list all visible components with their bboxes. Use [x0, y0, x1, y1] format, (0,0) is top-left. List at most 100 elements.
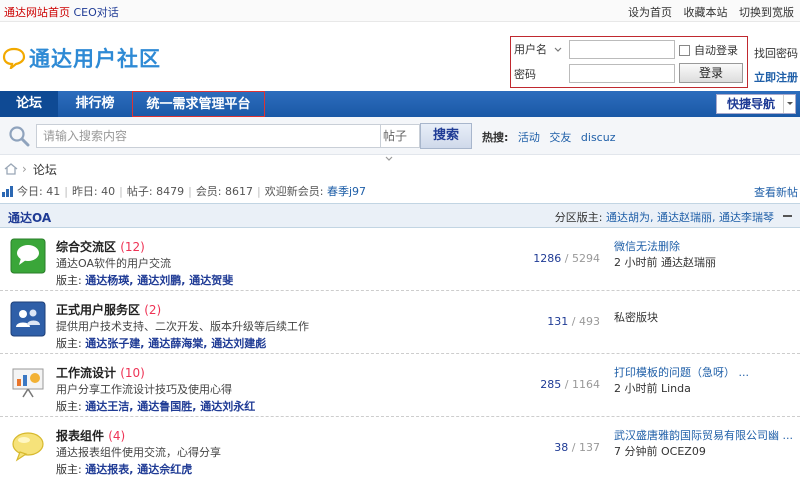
forum-moderators: 版主: 通达杨瑛, 通达刘鹏, 通达贺斐: [56, 272, 233, 288]
header: 通达用户社区 用户名 自动登录 密码 登录 找回密码 立即注册: [0, 22, 800, 90]
forum-moderators-list[interactable]: 通达杨瑛, 通达刘鹏, 通达贺斐: [85, 274, 233, 287]
forum-moderators-label: 版主:: [56, 400, 82, 413]
nav-item-requirements-platform[interactable]: 统一需求管理平台: [132, 91, 265, 117]
chat-forum-icon[interactable]: [10, 238, 46, 274]
forum-moderators-list[interactable]: 通达王洁, 通达鲁国胜, 通达刘永红: [85, 400, 255, 413]
forum-description: 通达报表组件使用交流，心得分享: [56, 446, 221, 459]
forum-moderators: 版主: 通达王洁, 通达鲁国胜, 通达刘永红: [56, 398, 255, 414]
forum-name[interactable]: 工作流设计: [56, 366, 116, 380]
last-post-meta: 7 分钟前 OCEZ09: [614, 445, 706, 458]
logo[interactable]: 通达用户社区: [2, 42, 161, 74]
thread-count: 38: [554, 441, 569, 454]
forum-today-count: (4): [108, 429, 126, 443]
password-label: 密码: [514, 68, 536, 81]
search-type-select[interactable]: 帖子: [380, 124, 420, 161]
login-button[interactable]: 登录: [679, 63, 743, 83]
category-title[interactable]: 通达OA: [8, 209, 51, 226]
forum-counts: 285 / 1164: [540, 378, 600, 391]
forum-counts: 1286 / 5294: [533, 252, 600, 265]
forum-title[interactable]: 综合交流区 (12): [56, 238, 145, 255]
post-count: 1164: [572, 378, 600, 391]
forum-counts: 131 / 493: [547, 315, 600, 328]
home-icon[interactable]: [4, 163, 18, 175]
chevron-down-icon: [385, 156, 393, 161]
category-moderators: 分区版主: 通达胡为, 通达赵瑞丽, 通达李瑞琴: [555, 209, 774, 225]
quick-nav-button[interactable]: 快捷导航: [716, 94, 796, 114]
search-input[interactable]: 请输入搜索内容: [36, 124, 381, 148]
ceo-talk-link[interactable]: CEO对话: [74, 6, 119, 19]
last-post-title[interactable]: 武汉盛唐雅韵国际贸易有限公司幽 ...: [614, 428, 800, 444]
users-forum-icon[interactable]: [10, 301, 46, 337]
auto-login-checkbox[interactable]: 自动登录: [679, 42, 738, 58]
breadcrumb-current[interactable]: 论坛: [33, 161, 57, 178]
posts-count: 8479: [156, 184, 185, 198]
site-home-link[interactable]: 通达网站首页: [4, 6, 70, 19]
username-input[interactable]: [569, 40, 675, 59]
hot-term[interactable]: 交友: [549, 131, 571, 144]
forum-row: 综合交流区 (12) 通达OA软件的用户交流 版主: 通达杨瑛, 通达刘鹏, 通…: [0, 229, 800, 291]
members-label: 会员:: [195, 185, 222, 198]
forgot-password-link[interactable]: 找回密码: [754, 42, 798, 66]
speech-bubble-icon: [2, 47, 26, 69]
thread-count: 285: [540, 378, 562, 391]
password-input[interactable]: [569, 64, 675, 83]
last-post-title[interactable]: 打印模板的问题（急呀） ...: [614, 365, 800, 381]
checkbox[interactable]: [679, 44, 690, 56]
switch-width-link[interactable]: 切换到宽版: [739, 6, 794, 19]
collapse-icon[interactable]: [783, 215, 792, 217]
main-nav: 论坛 排行榜 统一需求管理平台 快捷导航: [0, 91, 800, 117]
view-new-posts-link[interactable]: 查看新帖: [754, 184, 798, 200]
forum-today-count: (2): [144, 303, 162, 317]
breadcrumb: › 论坛: [0, 160, 57, 178]
chevron-down-icon: [554, 47, 561, 52]
hot-search-label: 热搜:: [482, 131, 509, 144]
hot-term[interactable]: 活动: [518, 131, 540, 144]
forum-name[interactable]: 报表组件: [56, 429, 104, 443]
forum-moderators-label: 版主:: [56, 463, 82, 476]
welcome-label: 欢迎新会员:: [264, 185, 324, 198]
forum-moderators-label: 版主:: [56, 274, 82, 287]
post-count: 493: [579, 315, 600, 328]
today-label: 今日:: [17, 185, 43, 198]
last-post-meta: 2 小时前 Linda: [614, 382, 691, 395]
username-type-select[interactable]: 用户名: [514, 41, 562, 57]
forum-moderators: 版主: 通达报表, 通达佘红虎: [56, 461, 192, 477]
newest-member-link[interactable]: 春季j97: [327, 183, 366, 199]
register-link[interactable]: 立即注册: [754, 66, 798, 90]
search-button[interactable]: 搜索: [420, 123, 472, 149]
forum-name[interactable]: 正式用户服务区: [56, 303, 140, 317]
forum-today-count: (12): [120, 240, 145, 254]
post-count: 5294: [572, 252, 600, 265]
speech-bubble-forum-icon[interactable]: [10, 427, 46, 463]
forum-description: 通达OA软件的用户交流: [56, 257, 171, 270]
favorite-link[interactable]: 收藏本站: [684, 6, 728, 19]
chevron-down-icon: [783, 95, 795, 113]
set-home-link[interactable]: 设为首页: [628, 6, 672, 19]
logo-text: 通达用户社区: [29, 47, 161, 71]
forum-description: 提供用户技术支持、二次开发、版本升级等后续工作: [56, 320, 309, 333]
forum-title[interactable]: 报表组件 (4): [56, 427, 125, 444]
hot-term[interactable]: discuz: [581, 131, 616, 144]
forum-title[interactable]: 正式用户服务区 (2): [56, 301, 161, 318]
last-post: 武汉盛唐雅韵国际贸易有限公司幽 ... 7 分钟前 OCEZ09: [614, 428, 800, 460]
last-post: 打印模板的问题（急呀） ... 2 小时前 Linda: [614, 365, 800, 397]
nav-item-forum[interactable]: 论坛: [0, 91, 58, 117]
forum-name[interactable]: 综合交流区: [56, 240, 116, 254]
search-bar: 请输入搜索内容 帖子 搜索 热搜: 活动 交友 discuz: [0, 117, 800, 161]
today-count: 41: [46, 184, 61, 198]
members-count: 8617: [225, 184, 254, 198]
category-header: 通达OA 分区版主: 通达胡为, 通达赵瑞丽, 通达李瑞琴: [0, 203, 800, 228]
nav-item-ranking[interactable]: 排行榜: [62, 91, 128, 117]
yesterday-label: 昨日:: [71, 185, 98, 198]
presentation-forum-icon[interactable]: [10, 364, 46, 400]
forum-moderators-list[interactable]: 通达报表, 通达佘红虎: [85, 463, 192, 476]
login-form: 用户名 自动登录 密码 登录: [510, 36, 748, 88]
post-count: 137: [579, 441, 600, 454]
forum-counts: 38 / 137: [554, 441, 600, 454]
forum-moderators-list[interactable]: 通达张子建, 通达薛海棠, 通达刘建彪: [85, 337, 266, 350]
forum-stats: 今日: 41 | 昨日: 40 | 帖子: 8479 | 会员: 8617 | …: [0, 183, 800, 200]
last-post-title[interactable]: 微信无法删除: [614, 239, 800, 255]
last-post-title: 私密版块: [614, 311, 658, 324]
forum-title[interactable]: 工作流设计 (10): [56, 364, 145, 381]
category-moderators-list[interactable]: 通达胡为, 通达赵瑞丽, 通达李瑞琴: [606, 211, 774, 224]
